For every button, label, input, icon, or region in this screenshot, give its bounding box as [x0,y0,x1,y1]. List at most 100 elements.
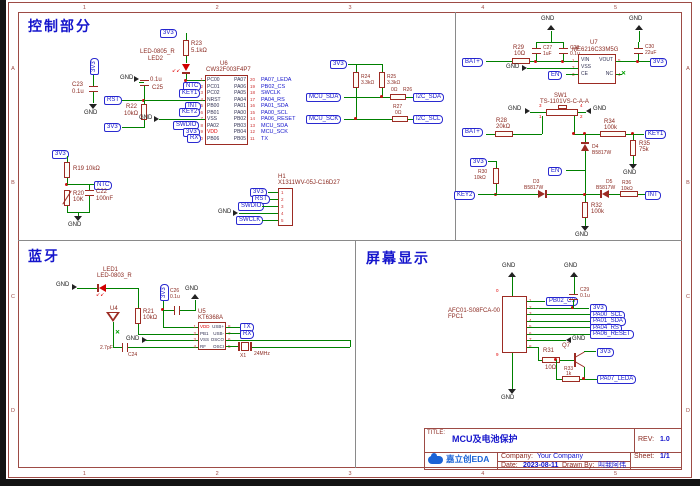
wire [262,206,278,207]
wire [93,75,94,86]
net-flag-3v3[interactable]: 3V3 [650,58,667,67]
junction-dot [354,117,357,120]
t: 0.1u [580,293,590,299]
wire [527,314,590,315]
net-flag-int[interactable]: INT [645,191,661,200]
wire [530,112,546,113]
t: 3.3kΩ [361,80,374,86]
repeated-label: A [686,66,690,72]
resistor-r25[interactable] [379,72,385,88]
fpc1-connector-body[interactable] [502,296,527,353]
t: GND [126,336,139,343]
resistor-r24[interactable] [353,72,359,88]
no-connect-icon: ✕ [621,71,626,77]
net-flag-3v3[interactable]: 3V3 [90,58,99,75]
net-flag-key2[interactable]: KEY2 [179,108,200,117]
wire [270,199,278,200]
net-flag-i2c-scl[interactable]: I2C_SCL [413,115,443,124]
capacitor-c29[interactable] [569,294,578,300]
net-flag-mcu-sck[interactable]: MCU_SCK [306,115,341,124]
t: GND [572,336,585,343]
net-flag-swdio[interactable]: SWDIO [238,202,264,211]
resistor-r35[interactable] [630,140,636,156]
resistor-r26[interactable] [390,94,406,100]
t: GND [68,222,81,229]
net-flag-3v3[interactable]: 3V3 [104,123,121,132]
net-flag-en[interactable]: EN [548,167,562,176]
net-flag-rst[interactable]: RST [104,96,122,105]
net-flag-3v3[interactable]: 3V3 [330,60,347,69]
resistor-r21[interactable] [135,308,141,324]
repeated-label: 5 [281,217,284,224]
net-flag-key2[interactable]: KEY2 [454,191,475,200]
switch-sw1-button[interactable] [558,105,567,109]
wire [639,31,640,42]
ref-r31: R31 [543,348,554,355]
net-flag-rx[interactable]: RX [187,134,201,143]
t: GND [502,263,515,270]
wire [638,54,639,61]
net-flag-3v3[interactable]: 3V3 [160,284,169,301]
switch-sw1-body[interactable] [546,109,578,116]
net-flag-mcu-sda[interactable]: MCU_SDA [306,93,341,102]
dio [109,313,117,319]
repeated-label: B [686,180,690,186]
crystal-x1-body[interactable] [241,342,249,351]
repeated-label: 5 [614,471,617,477]
net-flag-3v3[interactable]: 3V3 [160,29,177,38]
resistor-r31[interactable] [542,357,560,363]
wire [180,310,196,311]
repeated-label: OSCI [202,344,224,351]
t: 10K [73,197,84,204]
ruler-right: ABCD [684,12,692,468]
wire [542,116,543,134]
t: GND [593,106,606,113]
resistor-r32[interactable] [582,202,588,218]
wire [551,31,552,42]
t: GND [623,170,636,177]
section-title-screen: 屏幕显示 [366,248,430,268]
wire [585,195,586,202]
repeated-label: 1 [281,189,284,196]
jlceda-logo-icon [428,456,443,464]
net-flag-bat[interactable]: BAT+ [462,58,483,67]
net-flag-rx[interactable]: RX [240,330,254,339]
net-flag-pa06-reset[interactable]: PA06_RESET [590,330,634,339]
wire [486,134,495,135]
ref-c25: C25 [152,85,163,92]
ref-r26: R26 [403,87,412,93]
net-flag-key1[interactable]: KEY1 [179,89,200,98]
net-flag-pa07-leda[interactable]: PA07_LEDA [597,375,636,384]
repeated-label: A [11,66,15,72]
net-flag-3v3[interactable]: 3V3 [470,158,487,167]
wire [138,324,139,334]
wire [138,334,198,335]
net-flag-swclk[interactable]: SWCLK [236,216,263,225]
wire [350,340,351,347]
wire [195,300,196,310]
t: 75k [639,147,649,154]
t: GND [508,106,521,113]
junction-dot [582,377,585,380]
net-flag-i2c-sda[interactable]: I2C_SDA [413,93,444,102]
resistor-r30[interactable] [493,168,499,184]
resistor-r27[interactable] [392,116,408,122]
net-flag-en[interactable]: EN [548,71,562,80]
fpc1-pin-numbers: 12345678 [529,298,532,350]
part-h1: X1311WV-05J-C16D27 [278,180,340,187]
resistor-r23[interactable] [183,40,189,56]
net-flag-3v3[interactable]: 3V3 [597,348,614,357]
resistor-r19[interactable] [64,162,70,178]
t: GND [575,232,588,239]
net-flag-bat[interactable]: BAT+ [462,128,483,137]
resistor-r28[interactable] [495,131,513,137]
wire [93,92,94,103]
net-flag-key1[interactable]: KEY1 [645,130,666,139]
ref-c23: C23 [72,82,83,89]
company-value: Your Company [537,453,583,461]
divider-vertical-bottom [355,240,356,468]
t: 10Ω [514,51,525,58]
junction-dot [572,132,575,135]
repeated-label: 2 [216,471,219,477]
diode-d3 [538,190,545,198]
